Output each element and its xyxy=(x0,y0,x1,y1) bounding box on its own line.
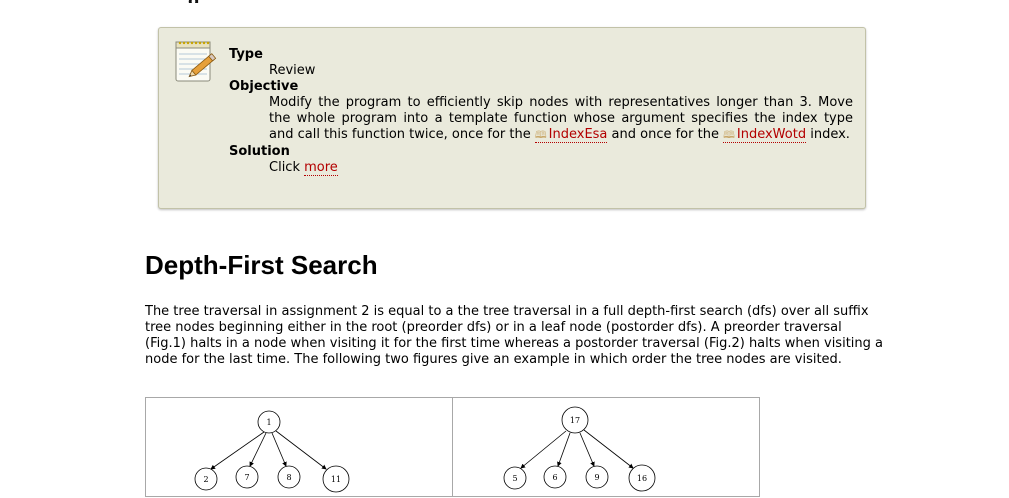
tree-node-root: 1 xyxy=(257,410,281,434)
preorder-figure: 1 2 7 8 11 xyxy=(146,398,452,496)
postorder-tree-diagram: 17 5 6 9 16 xyxy=(503,406,656,492)
tree-node-root: 17 xyxy=(561,406,589,434)
node-label: 17 xyxy=(570,416,580,425)
preorder-tree-diagram: 1 2 7 8 11 xyxy=(194,410,350,493)
book-icon: 🕮 xyxy=(534,130,547,141)
solution-click-text: Click xyxy=(269,160,300,175)
postorder-figure: 17 5 6 9 16 xyxy=(452,398,759,496)
tree-node: 8 xyxy=(277,465,301,489)
tree-node: 6 xyxy=(543,465,567,489)
type-value: Review xyxy=(269,63,316,78)
section-title: Depth-First Search xyxy=(145,250,378,280)
node-label: 2 xyxy=(203,475,208,484)
section-body: The tree traversal in assignment 2 is eq… xyxy=(145,304,883,367)
tree-edge xyxy=(210,431,265,470)
index-esa-link[interactable]: 🕮 IndexEsa xyxy=(534,127,608,143)
index-wotd-link-label: IndexWotd xyxy=(736,127,807,142)
tree-node: 2 xyxy=(194,467,218,491)
figure-table: 1 2 7 8 11 17 5 6 9 16 xyxy=(145,397,760,497)
objective-text: Modify the program to efficiently skip n… xyxy=(269,95,853,144)
index-esa-link-label: IndexEsa xyxy=(548,127,608,142)
notepad-pencil-icon xyxy=(175,41,217,82)
tree-node: 5 xyxy=(503,466,527,490)
tree-edge xyxy=(583,429,634,469)
index-wotd-link[interactable]: 🕮 IndexWotd xyxy=(723,127,807,143)
book-icon: 🕮 xyxy=(723,130,735,141)
solution-more-link[interactable]: more xyxy=(304,160,338,176)
assignment-box: Type Review Objective Modify the program… xyxy=(158,27,866,209)
objective-text-part-2: and once for the xyxy=(611,127,719,142)
tree-edge xyxy=(271,432,287,467)
type-label: Type xyxy=(229,47,263,62)
tree-node: 16 xyxy=(628,464,656,492)
solution-label: Solution xyxy=(229,144,290,159)
tree-edge xyxy=(249,432,267,467)
previous-section-heading-fragment: g xyxy=(188,0,208,3)
tree-edge xyxy=(579,432,595,467)
assignment-details: Type Review Objective Modify the program… xyxy=(229,47,853,176)
tree-edge xyxy=(275,430,327,470)
node-label: 5 xyxy=(512,474,517,483)
tree-node: 11 xyxy=(322,465,350,493)
solution-text: Click more xyxy=(269,160,853,176)
node-label: 16 xyxy=(637,474,647,483)
tree-edge xyxy=(557,432,571,467)
tree-node: 7 xyxy=(235,465,259,489)
objective-text-part-3: index. xyxy=(810,127,850,142)
node-label: 11 xyxy=(331,475,341,484)
tree-node: 9 xyxy=(585,465,609,489)
node-label: 1 xyxy=(266,418,271,427)
objective-label: Objective xyxy=(229,79,299,94)
